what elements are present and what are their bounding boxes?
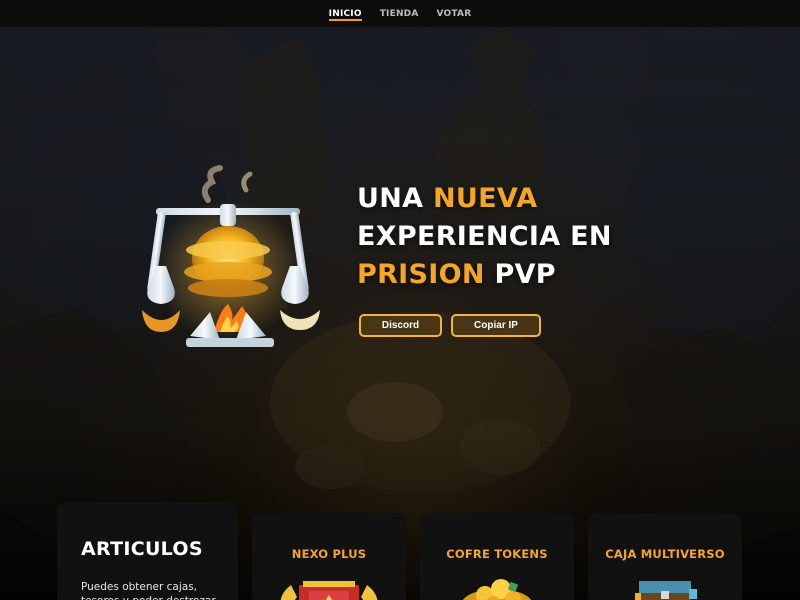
headline-line-3: PRISION PVP	[357, 259, 556, 290]
nav-link-inicio[interactable]: INICIO	[328, 0, 362, 27]
headline-accent-prision: PRISION	[357, 259, 485, 290]
banner-crest-icon	[280, 581, 378, 600]
hero-headline: UNA NUEVA EXPERIENCIA EN PRISION PVP	[357, 180, 612, 294]
product-card-cofre-tokens[interactable]: COFRE TOKENS	[420, 513, 574, 600]
articulos-card: ARTICULOS Puedes obtener cajas, tesoros …	[57, 502, 238, 600]
top-navigation: INICIO TIENDA VOTAR	[0, 0, 800, 27]
nav-link-tienda[interactable]: TIENDA	[380, 0, 419, 27]
hero-button-group: Discord Copiar IP	[359, 314, 541, 337]
potion-scale-illustration	[142, 165, 320, 347]
gold-coins-icon	[462, 579, 532, 600]
product-title: NEXO PLUS	[291, 547, 367, 561]
articulos-title: ARTICULOS	[81, 538, 203, 560]
copy-ip-button[interactable]: Copiar IP	[451, 314, 541, 337]
headline-accent-nueva: NUEVA	[433, 183, 538, 214]
product-title: CAJA MULTIVERSO	[605, 547, 725, 561]
product-card-caja-multiverso[interactable]: CAJA MULTIVERSO	[588, 513, 742, 600]
headline-line-1: UNA NUEVA	[357, 183, 538, 214]
discord-button[interactable]: Discord	[359, 314, 442, 337]
articulos-description: Puedes obtener cajas, tesoros y poder de…	[81, 581, 216, 600]
product-title: COFRE TOKENS	[446, 547, 548, 561]
chest-icon	[635, 581, 697, 600]
headline-line-2: EXPERIENCIA EN	[357, 221, 612, 252]
nav-link-votar[interactable]: VOTAR	[437, 0, 472, 27]
product-card-nexo-plus[interactable]: NEXO PLUS	[252, 513, 406, 600]
